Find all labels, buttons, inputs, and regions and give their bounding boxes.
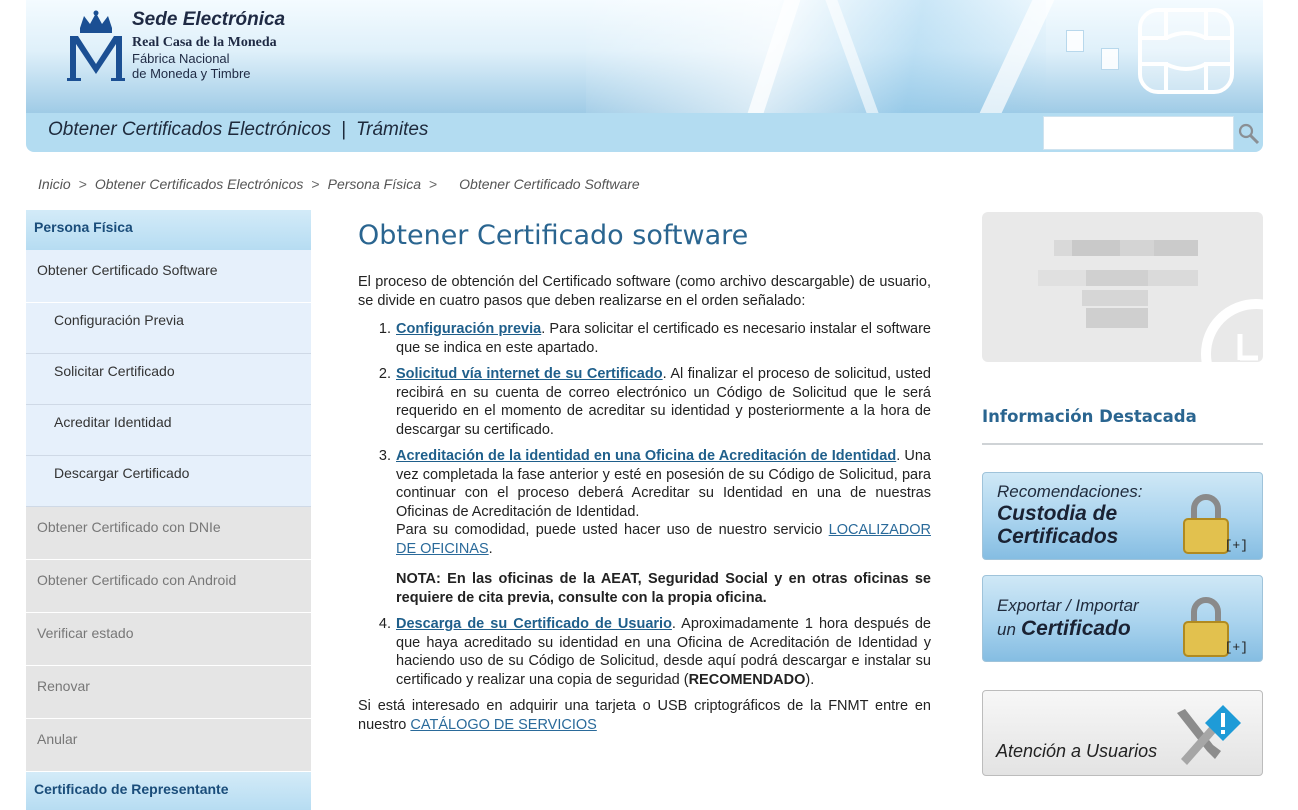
fnmt-logo-icon[interactable]: [66, 10, 126, 82]
step-descarga-link[interactable]: Descarga de su Certificado de Usuario: [396, 616, 672, 632]
sidebar-item-dnie[interactable]: Obtener Certificado con DNIe: [26, 507, 311, 560]
breadcrumb: Inicio > Obtener Certificados Electrónicos…: [38, 176, 640, 192]
steps-list: Configuración previa. Para solicitar el …: [395, 320, 931, 689]
breadcrumb-current: Obtener Certificado Software: [459, 176, 640, 192]
brand-line1: Real Casa de la Moneda: [132, 35, 277, 50]
sidebar-section-representante[interactable]: Certificado de Representante: [26, 772, 311, 810]
blurred-text: [1054, 240, 1072, 256]
sidebar-item-solicitar-certificado[interactable]: Solicitar Certificado: [26, 354, 311, 405]
blurred-text: [1086, 308, 1148, 328]
blurred-text: [1072, 240, 1120, 256]
sidebar-item-verificar-estado[interactable]: Verificar estado: [26, 613, 311, 666]
sidebar-item-acreditar-identidad[interactable]: Acreditar Identidad: [26, 405, 311, 456]
nav-obtener-certificados[interactable]: Obtener Certificados Electrónicos: [48, 119, 331, 141]
promo-small-text: Exportar / Importar: [997, 596, 1139, 615]
sidebar: Persona Física Obtener Certificado Softw…: [26, 210, 311, 810]
breadcrumb-separator: >: [78, 176, 87, 192]
step-extra-text: Para su comodidad, puede usted hacer uso…: [396, 522, 829, 538]
smartcard-chip-icon: [1138, 8, 1234, 94]
blurred-text: [1120, 240, 1154, 256]
step-item: Solicitud vía internet de su Certificado…: [395, 365, 931, 439]
brand-title: Sede Electrónica: [132, 9, 286, 30]
step-extra-end: .: [488, 540, 493, 557]
sidebar-item-android[interactable]: Obtener Certificado con Android: [26, 560, 311, 613]
sidebar-item-renovar[interactable]: Renovar: [26, 666, 311, 719]
promo-big-text: Custodia de: [997, 502, 1118, 525]
intro-paragraph: El proceso de obtención del Certificado …: [358, 274, 931, 309]
step-item: Acreditación de la identidad en una Ofic…: [395, 447, 931, 607]
step-end: ).: [805, 671, 815, 688]
page-title: Obtener Certificado software: [358, 220, 749, 251]
step-item: Descarga de su Certificado de Usuario. A…: [395, 615, 931, 689]
catalogo-servicios-link[interactable]: CATÁLOGO DE SERVICIOS: [410, 717, 596, 733]
breadcrumb-persona-fisica[interactable]: Persona Física: [328, 176, 421, 192]
sidebar-item-descargar-certificado[interactable]: Descargar Certificado: [26, 456, 311, 507]
banner-decoration: [1101, 48, 1119, 70]
step-configuracion-link[interactable]: Configuración previa: [396, 321, 541, 337]
nav-tramites[interactable]: Trámites: [356, 119, 428, 141]
promo-small-text: Recomendaciones:: [997, 482, 1143, 501]
sidebar-item-anular[interactable]: Anular: [26, 719, 311, 772]
certificate-banner[interactable]: [982, 212, 1263, 362]
banner-decoration: [586, 0, 1046, 113]
expand-icon[interactable]: [+]: [1225, 538, 1248, 553]
blurred-text: [1082, 290, 1148, 306]
blurred-text: [1154, 240, 1198, 256]
recomendado-text: RECOMENDADO: [688, 671, 806, 688]
promo-custodia-certificados[interactable]: Recomendaciones: Custodia de Certificado…: [982, 472, 1263, 560]
breadcrumb-separator: >: [311, 176, 320, 192]
nav-separator: |: [341, 119, 346, 140]
tools-info-icon: [1177, 705, 1241, 765]
brand-line3: de Moneda y Timbre: [132, 66, 251, 81]
main-content: Obtener Certificado software El proceso …: [358, 216, 931, 734]
clock-icon: [1201, 299, 1263, 362]
promo-exportar-importar[interactable]: Exportar / Importar un Certificado [+]: [982, 575, 1263, 662]
search-input[interactable]: [1043, 116, 1234, 150]
promo-big-text: Certificados: [997, 525, 1119, 548]
blurred-text: [1086, 270, 1148, 286]
breadcrumb-separator: >: [428, 176, 438, 192]
outro-paragraph: Si está interesado en adquirir una tarje…: [358, 697, 931, 734]
sidebar-section-persona-fisica[interactable]: Persona Física: [26, 210, 311, 250]
informacion-destacada-title: Información Destacada: [982, 407, 1197, 426]
banner-decoration: [1066, 30, 1084, 52]
promo-prefix: un: [997, 620, 1016, 639]
main-nav: Obtener Certificados Electrónicos | Trámit…: [26, 113, 1263, 152]
sidebar-item-configuracion-previa[interactable]: Configuración Previa: [26, 303, 311, 354]
breadcrumb-inicio[interactable]: Inicio: [38, 176, 71, 192]
atencion-usuarios-label: Atención a Usuarios: [996, 741, 1158, 761]
search-icon[interactable]: [1238, 123, 1260, 145]
brand-block: Sede Electrónica Real Casa de la Moneda …: [132, 9, 285, 81]
promo-big-text: Certificado: [1021, 617, 1131, 640]
expand-icon[interactable]: [+]: [1225, 640, 1248, 655]
breadcrumb-obtener-certificados[interactable]: Obtener Certificados Electrónicos: [95, 176, 304, 192]
header-banner: Sede Electrónica Real Casa de la Moneda …: [26, 0, 1263, 113]
step-solicitud-link[interactable]: Solicitud vía internet de su Certificado: [396, 366, 663, 382]
blurred-text: [1038, 270, 1086, 286]
brand-line2: Fábrica Nacional: [132, 51, 230, 66]
blurred-text: [1148, 270, 1198, 286]
step-item: Configuración previa. Para solicitar el …: [395, 320, 931, 357]
sidebar-item-certificado-software[interactable]: Obtener Certificado Software: [26, 250, 311, 303]
divider: [982, 443, 1263, 445]
nav-links: Obtener Certificados Electrónicos | Trámit…: [48, 119, 428, 141]
promo-line: un Certificado: [997, 617, 1131, 641]
atencion-usuarios-banner[interactable]: Atención a Usuarios: [982, 690, 1263, 776]
step-acreditacion-link[interactable]: Acreditación de la identidad en una Ofic…: [396, 448, 896, 464]
nota-text: NOTA: En las oficinas de la AEAT, Seguri…: [396, 571, 931, 606]
